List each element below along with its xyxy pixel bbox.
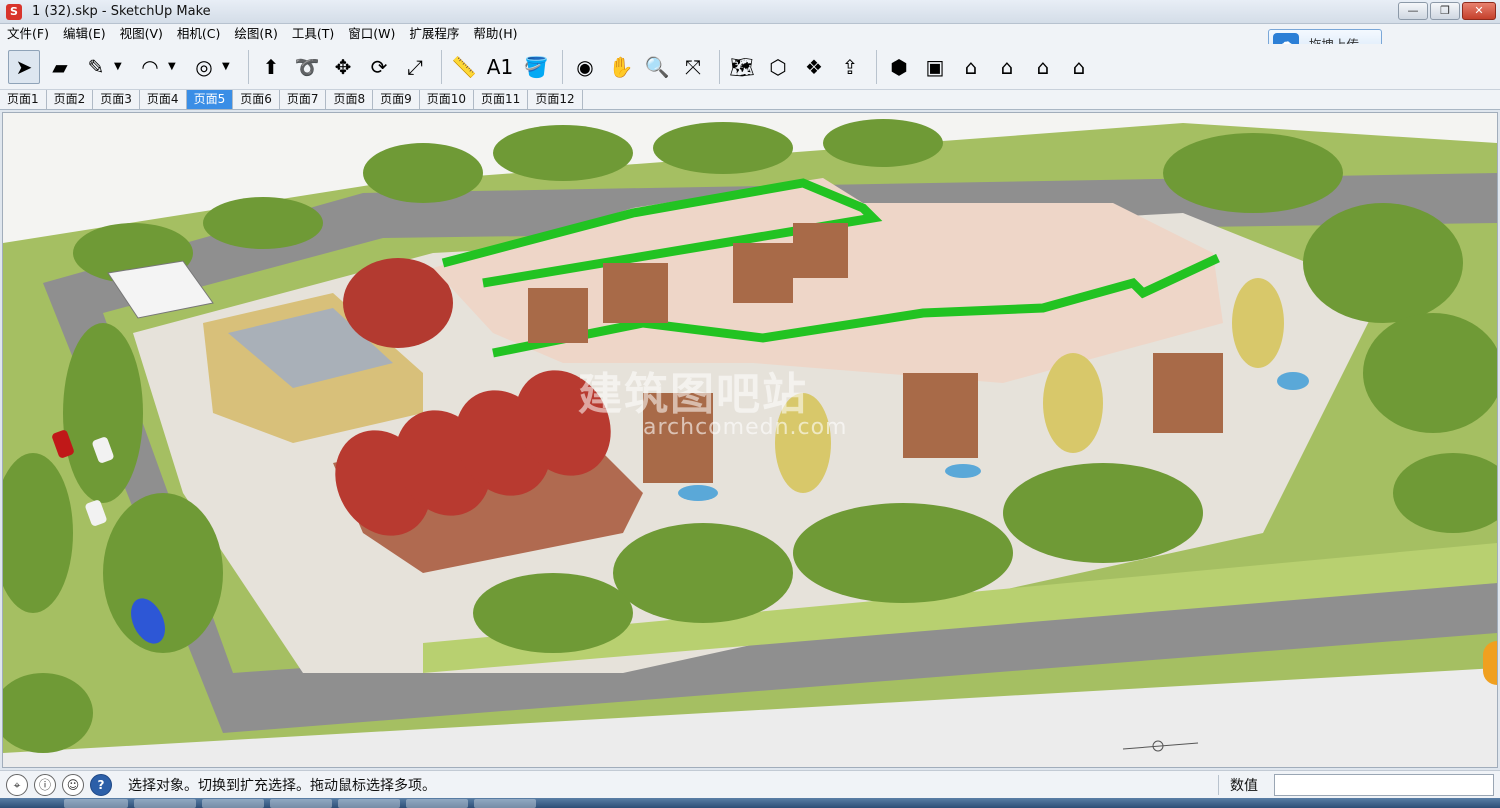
menu-item-5[interactable]: 工具(T) [285,24,341,44]
window-controls: — ❐ ✕ [1398,2,1496,20]
push-pull-icon[interactable]: ⬆ [255,50,287,84]
zoom-icon[interactable]: 🔍 [641,50,673,84]
scene-tab-1[interactable]: 页面1 [0,90,47,109]
eraser-icon[interactable]: ▰ [44,50,76,84]
arc-icon[interactable]: ◠ [134,50,166,84]
taskbar-button[interactable] [338,799,400,808]
select-arrow-icon[interactable]: ➤ [8,49,40,84]
scene-tab-12[interactable]: 页面12 [528,90,583,109]
iso-view-icon[interactable]: ⬢ [883,50,915,84]
watermark-title: 建筑图吧站 [578,369,808,420]
scene-tabs: 页面1 页面2 页面3 页面4 页面5 页面6 页面7 页面8 页面9 页面10 页面11 页面12 [0,90,1500,110]
front-view-icon[interactable]: ⌂ [955,50,987,84]
toolbar-separator [441,49,442,84]
warehouse-icon[interactable]: ⬡ [762,50,794,84]
share-icon[interactable]: ⇪ [834,50,866,84]
model-scene [3,113,1497,767]
menu-item-2[interactable]: 视图(V) [113,24,170,44]
taskbar-button[interactable] [474,799,536,808]
close-button[interactable]: ✕ [1462,2,1496,20]
status-message: 选择对象。切换到扩充选择。拖动鼠标选择多项。 [128,777,436,794]
scene-tab-3[interactable]: 页面3 [93,90,140,109]
follow-me-icon[interactable]: ➰ [291,50,323,84]
main-toolbar: ➤ ▰ ✎ ▼ ◠ ▼ ◎ ▼ ⬆ ➰ ✥ ⟳ ⤢ 📏 A1 🪣 ◉ ✋ 🔍 ⤧ 🗺 ⬡ ❖ ⇪ ⬢ ▣ ⌂ ⌂ ⌂ ⌂ [0,44,1500,90]
scene-tab-7[interactable]: 页面7 [280,90,327,109]
back-view-icon[interactable]: ⌂ [1027,50,1059,84]
menu-item-1[interactable]: 编辑(E) [56,24,113,44]
pan-hand-icon[interactable]: ✋ [605,50,637,84]
taskbar-button[interactable] [202,799,264,808]
measurements-label: 数值 [1230,778,1258,794]
info-icon[interactable]: ⓘ [34,773,56,796]
side-widget-tab[interactable] [1483,641,1497,685]
geo-location-icon[interactable]: ⌖ [6,773,28,796]
taskbar-button[interactable] [134,799,196,808]
shape-circle-icon[interactable]: ◎ [188,50,220,84]
menu-item-7[interactable]: 扩展程序 [402,24,466,44]
orbit-icon[interactable]: ◉ [569,50,601,84]
taskbar-button[interactable] [406,799,468,808]
taskbar [0,798,1500,808]
left-view-icon[interactable]: ⌂ [1063,50,1095,84]
menu-item-6[interactable]: 窗口(W) [341,24,402,44]
scene-tab-2[interactable]: 页面2 [47,90,94,109]
scene-tab-5[interactable]: 页面5 [186,90,234,109]
taskbar-button[interactable] [64,799,128,808]
chevron-down-icon[interactable]: ▼ [222,61,234,72]
model-viewport[interactable]: 建筑图吧站 archcomedn.com [2,112,1498,768]
scene-tab-10[interactable]: 页面10 [420,90,475,109]
menu-item-4[interactable]: 绘图(R) [227,24,284,44]
menu-item-3[interactable]: 相机(C) [170,24,227,44]
right-view-icon[interactable]: ⌂ [991,50,1023,84]
status-divider [1218,775,1219,795]
taskbar-button[interactable] [270,799,332,808]
toolbar-separator [562,49,563,84]
minimize-button[interactable]: — [1398,2,1428,20]
window-title: 1 (32).skp - SketchUp Make [32,4,211,19]
measurements-input[interactable] [1274,774,1494,796]
title-bar: S 1 (32).skp - SketchUp Make — ❐ ✕ [0,0,1500,24]
status-bar: ⌖ ⓘ ☺ ? 选择对象。切换到扩充选择。拖动鼠标选择多项。 数值 [0,770,1500,798]
scene-tab-9[interactable]: 页面9 [373,90,420,109]
help-icon[interactable]: ? [90,773,112,796]
text-icon[interactable]: A1 [484,50,516,84]
sketchup-icon: S [6,3,22,20]
chevron-down-icon[interactable]: ▼ [114,61,126,72]
scene-tab-8[interactable]: 页面8 [326,90,374,109]
scale-icon[interactable]: ⤢ [399,50,431,84]
user-icon[interactable]: ☺ [62,773,84,796]
scene-tab-4[interactable]: 页面4 [140,90,187,109]
menu-item-8[interactable]: 帮助(H) [466,24,524,44]
restore-button[interactable]: ❐ [1430,2,1460,20]
watermark-url: archcomedn.com [643,415,848,440]
scene-tab-6[interactable]: 页面6 [233,90,280,109]
map-icon[interactable]: 🗺 [726,50,758,84]
pencil-line-icon[interactable]: ✎ [80,50,112,84]
rotate-icon[interactable]: ⟳ [363,50,395,84]
extension-icon[interactable]: ❖ [798,50,830,84]
paint-bucket-icon[interactable]: 🪣 [520,50,552,84]
top-view-icon[interactable]: ▣ [919,50,951,84]
toolbar-separator [876,49,877,84]
menu-item-0[interactable]: 文件(F) [0,24,56,44]
scene-tab-11[interactable]: 页面11 [474,90,529,109]
chevron-down-icon[interactable]: ▼ [168,61,180,72]
toolbar-separator [248,49,249,84]
toolbar-separator [719,49,720,84]
tape-measure-icon[interactable]: 📏 [448,50,480,84]
move-icon[interactable]: ✥ [327,50,359,84]
zoom-extents-icon[interactable]: ⤧ [677,50,709,84]
